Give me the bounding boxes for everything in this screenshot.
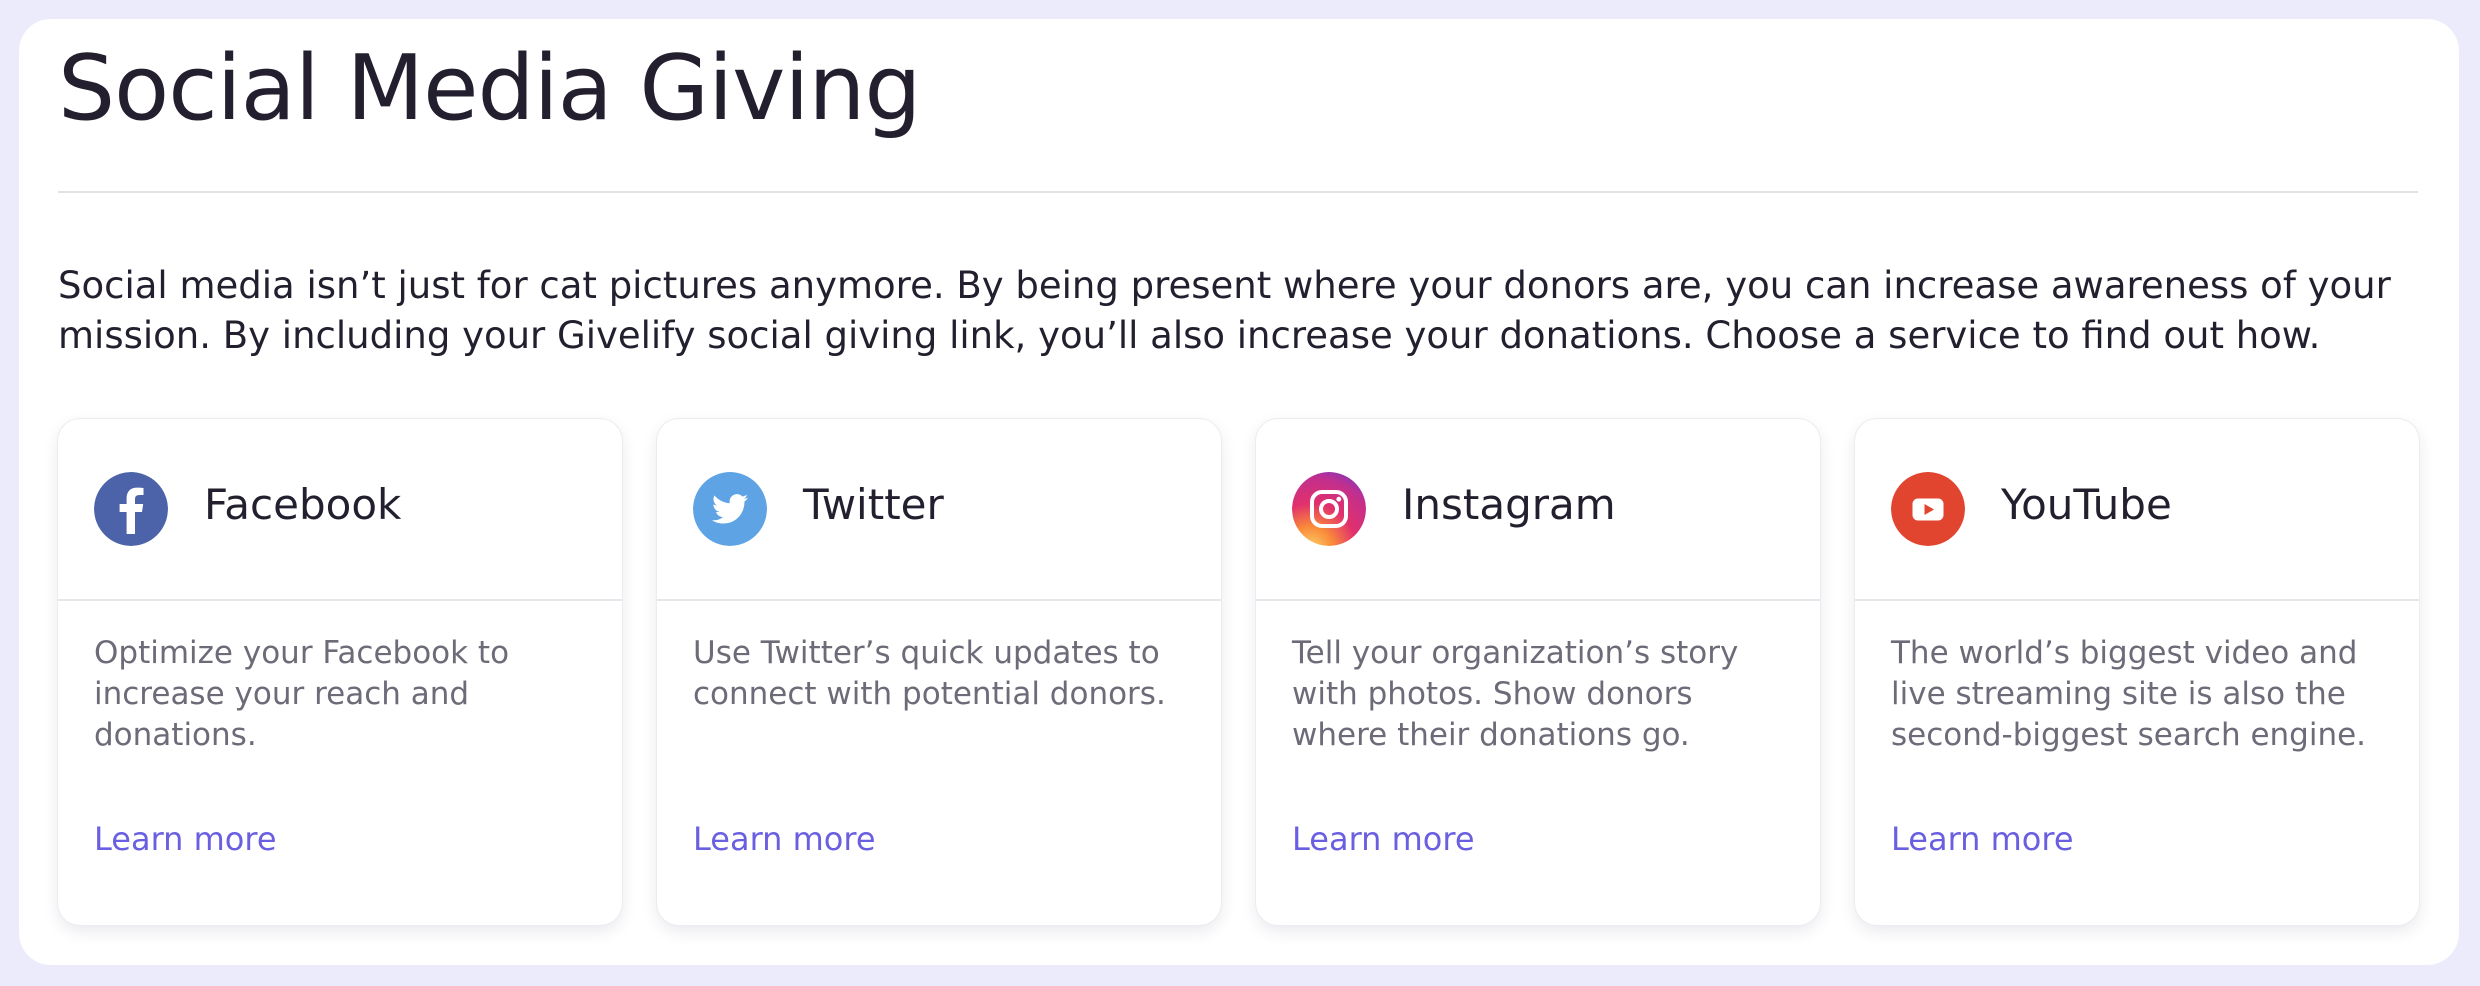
instagram-icon	[1292, 472, 1366, 546]
card-header: Twitter	[657, 419, 1221, 601]
social-media-giving-panel: Social Media Giving Social media isn’t j…	[19, 19, 2459, 965]
twitter-card[interactable]: Twitter Use Twitter’s quick updates to c…	[657, 419, 1221, 925]
card-title: Instagram	[1402, 480, 1616, 529]
title-divider	[58, 191, 2418, 193]
youtube-icon	[1891, 472, 1965, 546]
card-title: YouTube	[2001, 480, 2172, 529]
twitter-icon	[693, 472, 767, 546]
page-title: Social Media Giving	[58, 36, 922, 141]
instagram-card[interactable]: Instagram Tell your organization’s story…	[1256, 419, 1820, 925]
card-header: Instagram	[1256, 419, 1820, 601]
facebook-icon	[94, 472, 168, 546]
card-header: Facebook	[58, 419, 622, 601]
youtube-card[interactable]: YouTube The world’s biggest video and li…	[1855, 419, 2419, 925]
twitter-learn-more-link[interactable]: Learn more	[693, 817, 876, 861]
intro-text: Social media isn’t just for cat pictures…	[58, 264, 2391, 357]
card-description: Optimize your Facebook to increase your …	[94, 635, 510, 753]
card-title: Facebook	[204, 480, 402, 529]
card-description: The world’s biggest video and live strea…	[1891, 635, 2367, 753]
card-title: Twitter	[803, 480, 944, 529]
card-description: Tell your organization’s story with phot…	[1292, 635, 1739, 753]
instagram-learn-more-link[interactable]: Learn more	[1292, 817, 1475, 861]
facebook-card[interactable]: Facebook Optimize your Facebook to incre…	[58, 419, 622, 925]
card-description: Use Twitter’s quick updates to connect w…	[693, 635, 1166, 712]
youtube-learn-more-link[interactable]: Learn more	[1891, 817, 2074, 861]
facebook-learn-more-link[interactable]: Learn more	[94, 817, 277, 861]
card-header: YouTube	[1855, 419, 2419, 601]
